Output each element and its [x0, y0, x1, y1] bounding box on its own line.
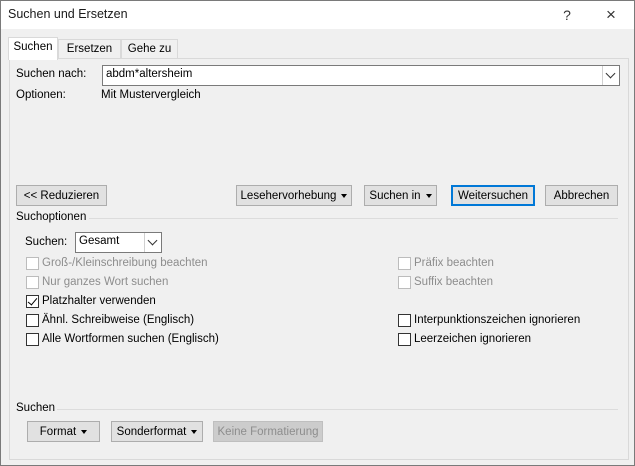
ignore-whitespace-checkbox[interactable]: [398, 333, 411, 346]
format-group-label: Suchen: [16, 402, 56, 414]
wildcards-label: Platzhalter verwenden: [42, 295, 156, 307]
ignore-punctuation-checkbox[interactable]: [398, 314, 411, 327]
reading-highlight-button[interactable]: Lesehervorhebung: [236, 185, 352, 206]
checkmark-icon: [27, 295, 38, 306]
match-suffix-label: Suffix beachten: [414, 276, 494, 288]
whole-word-label: Nur ganzes Wort suchen: [42, 276, 169, 288]
find-in-button[interactable]: Suchen in: [364, 185, 437, 206]
group-divider: [89, 218, 618, 219]
search-options-group-label: Suchoptionen: [16, 211, 87, 223]
chevron-down-icon: [605, 68, 616, 79]
format-button[interactable]: Format: [27, 421, 100, 442]
direction-select[interactable]: Gesamt: [75, 232, 162, 253]
search-history-dropdown[interactable]: [602, 66, 619, 85]
find-next-button[interactable]: Weitersuchen: [451, 185, 535, 206]
options-label: Optionen:: [16, 89, 66, 101]
sounds-like-checkbox[interactable]: [26, 314, 39, 327]
sounds-like-label: Ähnl. Schreibweise (Englisch): [42, 314, 195, 326]
help-button[interactable]: ?: [547, 1, 587, 29]
dropdown-arrow-icon: [425, 193, 432, 198]
group-divider: [57, 409, 618, 410]
match-case-checkbox[interactable]: [26, 257, 39, 270]
search-input-value: abdm*altersheim: [106, 68, 193, 80]
wildcards-checkbox[interactable]: [26, 295, 39, 308]
special-button[interactable]: Sonderformat: [111, 421, 203, 442]
tab-ersetzen[interactable]: Ersetzen: [58, 39, 121, 59]
match-case-label: Groß-/Kleinschreibung beachten: [42, 257, 208, 269]
direction-dropdown-button[interactable]: [144, 233, 161, 252]
direction-label: Suchen:: [25, 236, 68, 248]
dropdown-arrow-icon: [81, 429, 88, 434]
reduce-button[interactable]: << Reduzieren: [16, 185, 107, 206]
dropdown-arrow-icon: [191, 429, 198, 434]
match-prefix-checkbox[interactable]: [398, 257, 411, 270]
match-prefix-label: Präfix beachten: [414, 257, 494, 269]
tab-gehe-zu[interactable]: Gehe zu: [121, 39, 178, 59]
direction-select-value: Gesamt: [79, 235, 120, 247]
dropdown-arrow-icon: [341, 193, 348, 198]
dialog-title: Suchen und Ersetzen: [8, 7, 128, 21]
all-word-forms-label: Alle Wortformen suchen (Englisch): [42, 333, 219, 345]
search-label: Suchen nach:: [16, 68, 87, 80]
title-bar: Suchen und Ersetzen ? ×: [1, 1, 634, 29]
no-formatting-button[interactable]: Keine Formatierung: [213, 421, 323, 442]
ignore-punctuation-label: Interpunktionszeichen ignorieren: [414, 314, 581, 326]
tab-suchen[interactable]: Suchen: [8, 37, 58, 60]
all-word-forms-checkbox[interactable]: [26, 333, 39, 346]
whole-word-checkbox[interactable]: [26, 276, 39, 289]
close-button[interactable]: ×: [591, 1, 631, 29]
chevron-down-icon: [147, 235, 158, 246]
match-suffix-checkbox[interactable]: [398, 276, 411, 289]
find-replace-dialog: Suchen und Ersetzen ? × Suchen Ersetzen …: [0, 0, 635, 466]
options-value: Mit Mustervergleich: [101, 89, 201, 101]
cancel-button[interactable]: Abbrechen: [545, 185, 618, 206]
ignore-whitespace-label: Leerzeichen ignorieren: [414, 333, 531, 345]
search-input[interactable]: abdm*altersheim: [102, 65, 620, 86]
